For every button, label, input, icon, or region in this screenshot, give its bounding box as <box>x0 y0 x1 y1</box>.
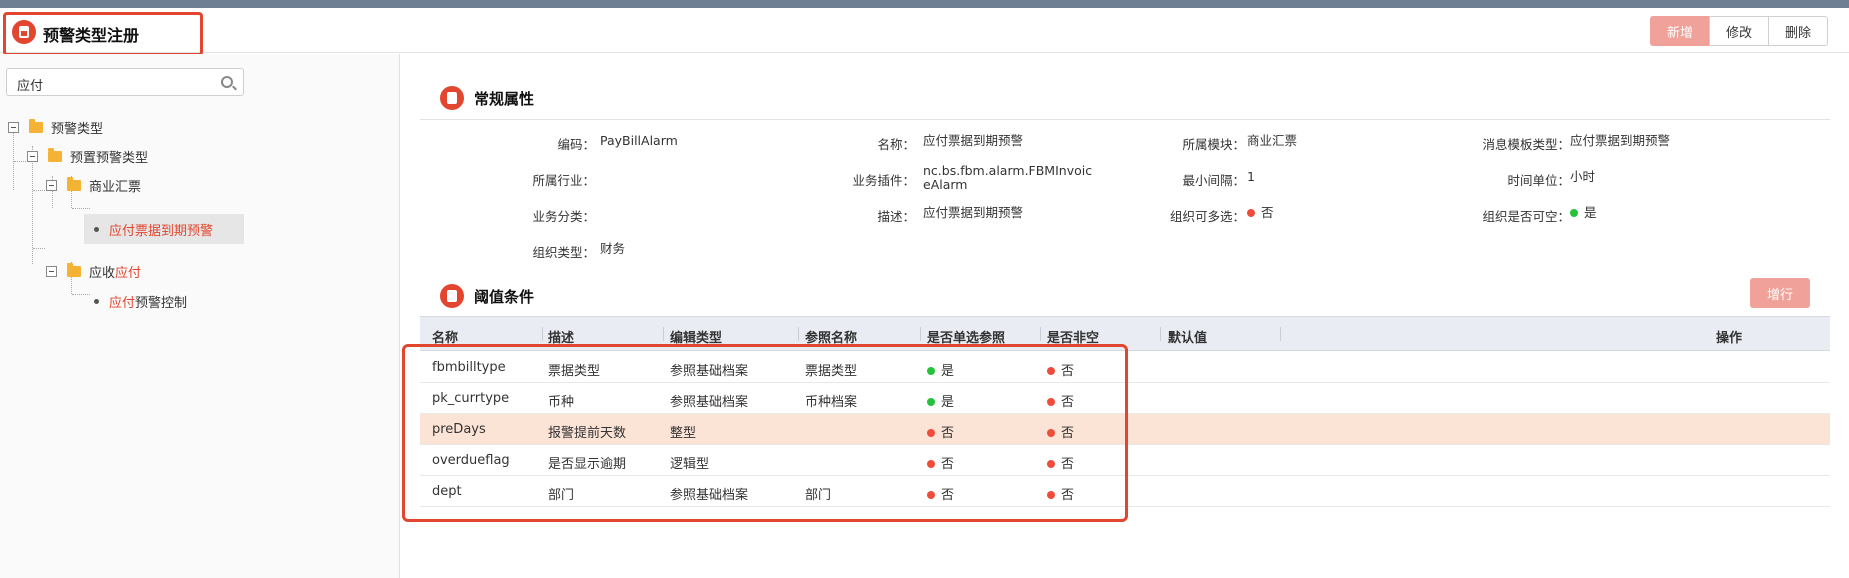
tree-connector <box>72 294 90 295</box>
category-label: 业务分类： <box>532 209 595 224</box>
tree-leaf-payable-alarm-control[interactable]: 应付 预警控制 <box>94 287 187 315</box>
app-header: 预警类型注册 新增 修改 删除 <box>0 8 1849 56</box>
tree-node-label: 预置预警类型 <box>70 150 149 166</box>
code-label: 编码： <box>557 137 595 152</box>
multi-org-text: 否 <box>1261 205 1274 220</box>
code-value: PayBillAlarm <box>600 133 678 148</box>
page-title: 预警类型注册 <box>43 26 140 45</box>
status-dot-icon <box>1570 208 1578 217</box>
multi-org-value: 否 <box>1247 206 1274 220</box>
search-input-value: 应付 <box>17 79 44 94</box>
collapse-icon[interactable] <box>27 150 38 162</box>
name-label: 名称： <box>877 137 915 152</box>
toolbar: 新增 修改 删除 <box>1650 16 1828 46</box>
search-icon[interactable] <box>221 76 233 88</box>
tree-node-label: 预警类型 <box>51 121 104 137</box>
multi-org-label: 组织可多选： <box>1169 209 1245 224</box>
tree-node-label-highlight: 应付 <box>115 265 142 281</box>
threshold-section-header: 阈值条件 <box>440 284 534 308</box>
tree-connector <box>14 161 26 162</box>
folder-icon <box>67 262 81 277</box>
tree-node-preset[interactable]: 预置预警类型 <box>27 142 148 170</box>
tree-leaf-payable-bill-alarm[interactable]: 应付票据到期预警 <box>84 214 244 244</box>
table-highlight-box <box>402 344 1128 522</box>
column-divider[interactable] <box>1160 327 1161 341</box>
collapse-icon[interactable] <box>46 179 57 191</box>
column-header-default[interactable]: 默认值 <box>1168 327 1207 346</box>
tree-node-label: 商业汇票 <box>89 179 142 195</box>
delete-button[interactable]: 删除 <box>1768 16 1828 46</box>
tree-node-receivable-payable[interactable]: 应收 应付 <box>46 257 141 285</box>
column-divider[interactable] <box>1040 327 1041 341</box>
folder-icon <box>29 118 43 133</box>
message-template-label: 消息模板类型： <box>1482 137 1570 152</box>
add-button[interactable]: 新增 <box>1650 16 1710 46</box>
add-row-button[interactable]: 增行 <box>1750 278 1810 308</box>
search-input[interactable]: 应付 <box>6 68 244 96</box>
description-value: 应付票据到期预警 <box>923 205 1024 220</box>
org-empty-text: 是 <box>1584 205 1597 220</box>
tree-sidebar: 应付 预警类型 预置预警类型 商业汇票 应付票据到期预警 应收 应付 应付 预警控制 <box>0 54 400 578</box>
bullet-icon <box>94 226 99 232</box>
org-empty-label: 组织是否可空： <box>1482 209 1570 224</box>
tree-connector <box>33 248 45 249</box>
tree-leaf-label-highlight: 应付 <box>109 295 136 311</box>
tree-connector <box>33 190 45 191</box>
message-template-value: 应付票据到期预警 <box>1570 133 1671 148</box>
column-divider[interactable] <box>1280 327 1281 341</box>
folder-icon <box>67 176 81 191</box>
time-unit-value: 小时 <box>1570 169 1596 184</box>
column-header-actions[interactable]: 操作 <box>1716 327 1742 346</box>
time-unit-label: 时间单位： <box>1507 173 1570 188</box>
org-type-value: 财务 <box>600 241 626 256</box>
section-divider <box>420 119 1830 120</box>
column-divider[interactable] <box>663 327 664 341</box>
tree-node-commercial-bill[interactable]: 商业汇票 <box>46 171 141 199</box>
column-divider[interactable] <box>542 327 543 341</box>
interval-value: 1 <box>1247 169 1255 184</box>
section-title: 常规属性 <box>474 89 535 108</box>
top-accent-bar <box>0 0 1849 8</box>
column-divider[interactable] <box>920 327 921 341</box>
collapse-icon[interactable] <box>8 121 19 133</box>
collapse-icon[interactable] <box>46 265 57 277</box>
edit-button[interactable]: 修改 <box>1709 16 1769 46</box>
tree-node-label-prefix: 应收 <box>89 265 116 281</box>
module-label: 所属模块： <box>1182 137 1245 152</box>
tree-leaf-label: 应付票据到期预警 <box>109 223 214 239</box>
column-divider[interactable] <box>798 327 799 341</box>
folder-icon <box>48 147 62 162</box>
bullet-icon <box>94 298 99 304</box>
org-empty-value: 是 <box>1570 206 1597 220</box>
name-value: 应付票据到期预警 <box>923 133 1024 148</box>
tree-connector <box>72 208 90 209</box>
app-logo-icon <box>12 20 36 44</box>
section-icon <box>440 284 464 308</box>
tree-leaf-label-rest: 预警控制 <box>135 295 188 311</box>
plugin-label: 业务插件： <box>852 173 915 188</box>
status-dot-icon <box>1247 208 1255 217</box>
general-section-header: 常规属性 <box>440 86 534 110</box>
plugin-value: nc.bs.fbm.alarm.FBMInvoiceAlarm <box>923 163 1093 192</box>
module-value: 商业汇票 <box>1247 133 1298 148</box>
interval-label: 最小间隔： <box>1182 173 1245 188</box>
tree-node-root[interactable]: 预警类型 <box>8 113 103 141</box>
description-label: 描述： <box>877 209 915 224</box>
industry-label: 所属行业： <box>532 173 595 188</box>
section-icon <box>440 86 464 110</box>
section-title: 阈值条件 <box>474 287 535 306</box>
org-type-label: 组织类型： <box>532 245 595 260</box>
